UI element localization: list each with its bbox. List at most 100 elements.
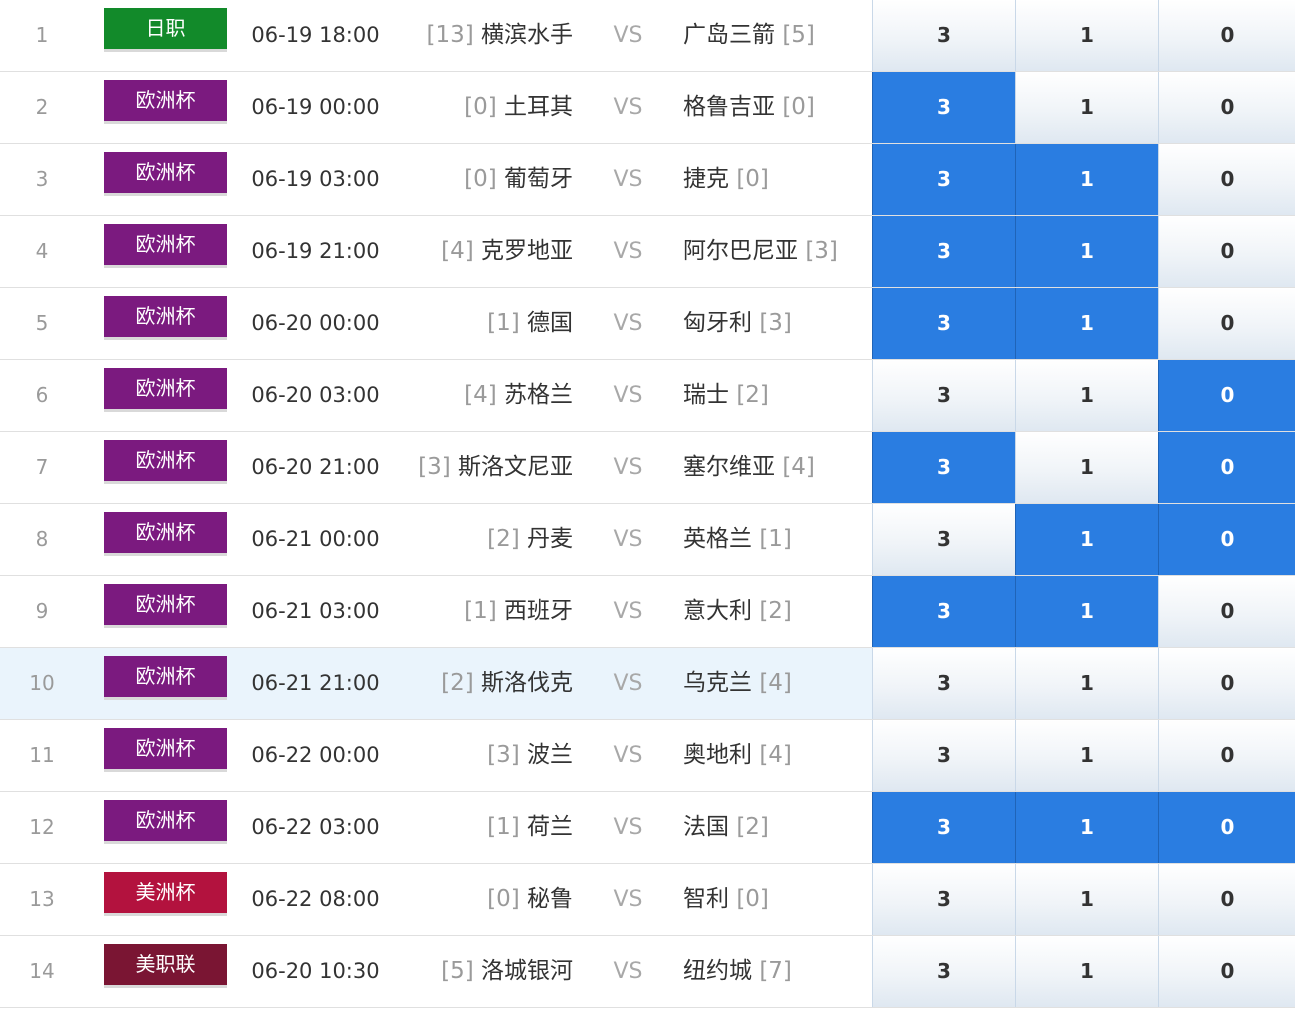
- option-draw-button[interactable]: 1: [1015, 720, 1158, 791]
- option-win-button[interactable]: 3: [872, 216, 1015, 287]
- home-team: [0] 土耳其: [395, 72, 573, 143]
- option-loss-button[interactable]: 0: [1158, 864, 1295, 935]
- home-team: [2] 丹麦: [395, 504, 573, 575]
- league-badge: 欧洲杯: [104, 80, 227, 124]
- home-team-name: 西班牙: [504, 598, 573, 624]
- home-team-name: 苏格兰: [504, 382, 573, 408]
- match-row: 10 欧洲杯 06-21 21:00 [2] 斯洛伐克 VS 乌克兰 [4] 3…: [0, 648, 1295, 720]
- option-loss-button[interactable]: 0: [1158, 216, 1295, 287]
- away-team-name: 奥地利: [683, 742, 752, 768]
- away-team: 奥地利 [4]: [683, 720, 871, 791]
- away-team: 瑞士 [2]: [683, 360, 871, 431]
- home-team-name: 斯洛文尼亚: [458, 454, 573, 480]
- away-rank: [0]: [782, 94, 815, 120]
- match-time: 06-21 21:00: [251, 671, 380, 695]
- match-row: 12 欧洲杯 06-22 03:00 [1] 荷兰 VS 法国 [2] 3 1 …: [0, 792, 1295, 864]
- away-team: 广岛三箭 [5]: [683, 0, 871, 71]
- league-badge: 美洲杯: [104, 872, 227, 916]
- option-win-button[interactable]: 3: [872, 144, 1015, 215]
- vs-label: VS: [613, 527, 643, 552]
- home-team: [1] 德国: [395, 288, 573, 359]
- match-number: 12: [29, 815, 55, 839]
- away-rank: [2]: [736, 814, 769, 840]
- away-team: 纽约城 [7]: [683, 936, 871, 1007]
- option-loss-button[interactable]: 0: [1158, 576, 1295, 647]
- home-team: [0] 秘鲁: [395, 864, 573, 935]
- home-team-name: 横滨水手: [481, 22, 573, 48]
- option-loss-button[interactable]: 0: [1158, 0, 1295, 71]
- option-win-button[interactable]: 3: [872, 360, 1015, 431]
- away-rank: [3]: [805, 238, 838, 264]
- match-row: 5 欧洲杯 06-20 00:00 [1] 德国 VS 匈牙利 [3] 3 1 …: [0, 288, 1295, 360]
- away-rank: [3]: [759, 310, 792, 336]
- home-rank: [3]: [418, 454, 451, 480]
- league-badge: 欧洲杯: [104, 224, 227, 268]
- match-time: 06-20 00:00: [251, 311, 380, 335]
- option-win-button[interactable]: 3: [872, 504, 1015, 575]
- option-loss-button[interactable]: 0: [1158, 360, 1295, 431]
- away-rank: [0]: [736, 166, 769, 192]
- option-draw-button[interactable]: 1: [1015, 72, 1158, 143]
- option-loss-button[interactable]: 0: [1158, 720, 1295, 791]
- home-team: [13] 横滨水手: [395, 0, 573, 71]
- option-draw-button[interactable]: 1: [1015, 648, 1158, 719]
- away-team-name: 捷克: [683, 166, 729, 192]
- option-win-button[interactable]: 3: [872, 288, 1015, 359]
- option-loss-button[interactable]: 0: [1158, 936, 1295, 1007]
- home-team: [1] 西班牙: [395, 576, 573, 647]
- league-badge: 欧洲杯: [104, 512, 227, 556]
- option-loss-button[interactable]: 0: [1158, 792, 1295, 863]
- option-win-button[interactable]: 3: [872, 432, 1015, 503]
- vs-label: VS: [613, 383, 643, 408]
- option-draw-button[interactable]: 1: [1015, 792, 1158, 863]
- option-draw-button[interactable]: 1: [1015, 360, 1158, 431]
- option-draw-button[interactable]: 1: [1015, 432, 1158, 503]
- vs-label: VS: [613, 95, 643, 120]
- option-loss-button[interactable]: 0: [1158, 144, 1295, 215]
- option-win-button[interactable]: 3: [872, 576, 1015, 647]
- home-team: [5] 洛城银河: [395, 936, 573, 1007]
- option-win-button[interactable]: 3: [872, 648, 1015, 719]
- option-win-button[interactable]: 3: [872, 936, 1015, 1007]
- option-draw-button[interactable]: 1: [1015, 216, 1158, 287]
- away-team-name: 智利: [683, 886, 729, 912]
- option-win-button[interactable]: 3: [872, 720, 1015, 791]
- option-win-button[interactable]: 3: [872, 72, 1015, 143]
- match-number: 9: [35, 599, 49, 623]
- option-draw-button[interactable]: 1: [1015, 936, 1158, 1007]
- option-draw-button[interactable]: 1: [1015, 144, 1158, 215]
- option-loss-button[interactable]: 0: [1158, 504, 1295, 575]
- match-number: 3: [35, 167, 49, 191]
- option-draw-button[interactable]: 1: [1015, 864, 1158, 935]
- away-team: 阿尔巴尼亚 [3]: [683, 216, 871, 287]
- option-win-button[interactable]: 3: [872, 792, 1015, 863]
- away-team: 匈牙利 [3]: [683, 288, 871, 359]
- option-draw-button[interactable]: 1: [1015, 576, 1158, 647]
- option-loss-button[interactable]: 0: [1158, 648, 1295, 719]
- option-loss-button[interactable]: 0: [1158, 72, 1295, 143]
- option-draw-button[interactable]: 1: [1015, 504, 1158, 575]
- match-number: 8: [35, 527, 49, 551]
- vs-label: VS: [613, 671, 643, 696]
- option-loss-button[interactable]: 0: [1158, 432, 1295, 503]
- vs-label: VS: [613, 455, 643, 480]
- option-win-button[interactable]: 3: [872, 864, 1015, 935]
- option-draw-button[interactable]: 1: [1015, 288, 1158, 359]
- home-team: [4] 克罗地亚: [395, 216, 573, 287]
- away-team-name: 瑞士: [683, 382, 729, 408]
- away-team-name: 法国: [683, 814, 729, 840]
- away-rank: [4]: [759, 670, 792, 696]
- home-team: [1] 荷兰: [395, 792, 573, 863]
- vs-label: VS: [613, 23, 643, 48]
- vs-label: VS: [613, 743, 643, 768]
- league-badge: 日职: [104, 8, 227, 52]
- away-team-name: 纽约城: [683, 958, 752, 984]
- away-team: 法国 [2]: [683, 792, 871, 863]
- match-number: 14: [29, 959, 55, 983]
- vs-label: VS: [613, 311, 643, 336]
- home-rank: [0]: [464, 166, 497, 192]
- option-loss-button[interactable]: 0: [1158, 288, 1295, 359]
- away-team: 捷克 [0]: [683, 144, 871, 215]
- option-draw-button[interactable]: 1: [1015, 0, 1158, 71]
- option-win-button[interactable]: 3: [872, 0, 1015, 71]
